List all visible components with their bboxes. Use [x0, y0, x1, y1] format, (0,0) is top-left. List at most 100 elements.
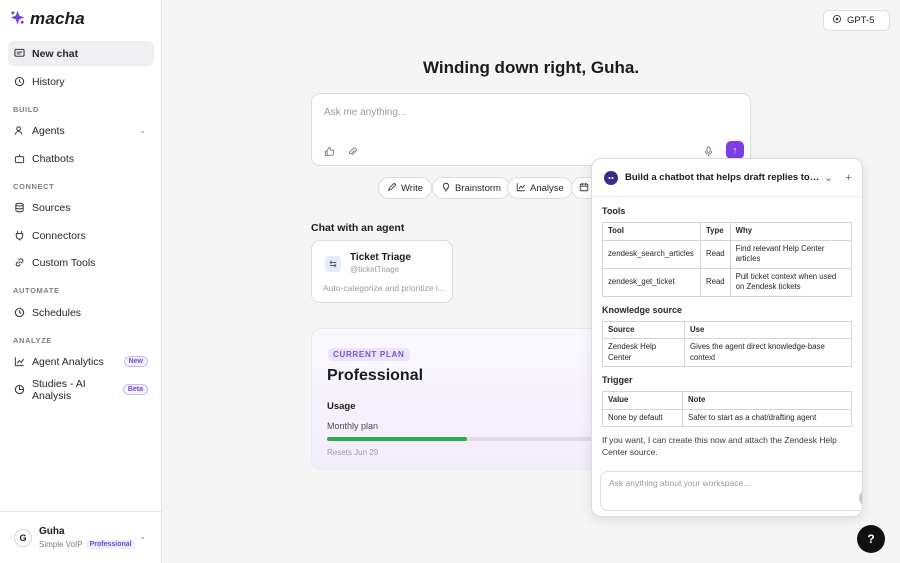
table-header: Tool — [602, 222, 701, 241]
greeting: Winding down right, Guha. — [422, 58, 640, 77]
composer[interactable]: Ask me anything... ↑ — [311, 93, 751, 166]
history-icon — [14, 76, 25, 87]
table-cell: Pull ticket context when used on Zendesk… — [729, 267, 853, 297]
help-button[interactable]: ? — [857, 525, 885, 553]
plug-icon — [14, 230, 25, 241]
sidebar-item-label: New chat — [32, 47, 79, 60]
chevron-down-icon[interactable]: ⌄ — [139, 532, 146, 541]
bot-icon — [14, 153, 25, 164]
table-cell: Find relevant Help Center articles — [729, 239, 853, 269]
section-label-build: BUILD — [13, 105, 39, 114]
sidebar-item-label: Custom Tools — [32, 256, 96, 269]
knowledge-table: Source Use Zendesk Help Center Gives the… — [602, 320, 852, 368]
agents-heading: Chat with an agent — [311, 222, 405, 234]
arrow-up-icon: ↑ — [732, 145, 738, 155]
sidebar-item-agent-analytics[interactable]: Agent Analytics New — [8, 349, 154, 374]
chevron-down-icon[interactable]: ⌄ — [139, 126, 146, 135]
chip-write[interactable]: Write — [378, 177, 432, 199]
new-badge: New — [123, 356, 148, 367]
resets-date: Resets Jun 29 — [327, 448, 379, 457]
table-cell: zendesk_search_articles — [602, 239, 701, 269]
microphone-icon[interactable] — [702, 145, 714, 157]
table-row: None by default Safer to start as a chat… — [602, 408, 852, 428]
table-row: zendesk_search_articles Read Find releva… — [602, 239, 853, 269]
table-header-row: Source Use — [602, 320, 852, 340]
assistant-message: If you want, I can create this now and a… — [602, 435, 837, 458]
sidebar-item-label: Agent Analytics — [32, 355, 104, 368]
sidebar-item-history[interactable]: History — [8, 69, 154, 94]
chat-panel-title[interactable]: Build a chatbot that helps draft replies… — [625, 172, 820, 183]
send-button[interactable]: ↑ — [726, 141, 744, 159]
tools-title: Tools — [602, 206, 626, 216]
agent-card[interactable]: ⇆ Ticket Triage @ticketTriage Auto-categ… — [311, 240, 453, 303]
plan-badge: Professional — [86, 540, 135, 549]
table-cell: None by default — [602, 408, 683, 428]
section-label-automate: AUTOMATE — [13, 286, 60, 295]
chat-panel-input[interactable]: Ask anything about your workspace... ↑ — [600, 471, 862, 511]
user-menu[interactable]: G Guha Simple VoIP Professional ⌄ — [0, 511, 162, 563]
agent-description: Auto-categorize and prioritize i... — [323, 283, 445, 293]
table-cell: Gives the agent direct knowledge-base co… — [684, 338, 852, 368]
chat-icon — [14, 48, 25, 59]
database-icon — [14, 202, 25, 213]
table-header: Use — [684, 320, 852, 340]
sidebar-item-studies[interactable]: Studies - AI Analysis Beta — [8, 377, 154, 402]
table-row: zendesk_get_ticket Read Pull ticket cont… — [602, 267, 853, 297]
chevron-down-icon[interactable]: ⌄ — [822, 171, 835, 184]
logo[interactable]: macha — [10, 9, 85, 29]
section-label-analyze: ANALYZE — [13, 336, 52, 345]
sidebar-item-label: History — [32, 75, 65, 88]
lightbulb-icon — [441, 182, 451, 195]
sidebar-item-sources[interactable]: Sources — [8, 195, 154, 220]
sidebar-item-chatbots[interactable]: Chatbots — [8, 146, 154, 171]
chat-panel-body: Tools Tool Type Why zendesk_search_artic… — [602, 198, 854, 459]
table-cell: Zendesk Help Center — [602, 338, 685, 368]
chat-panel: Build a chatbot that helps draft replies… — [591, 158, 863, 517]
table-header-row: Value Note — [602, 391, 852, 410]
sidebar-item-label: Schedules — [32, 306, 82, 319]
table-header: Type — [700, 222, 731, 241]
sidebar-item-custom-tools[interactable]: Custom Tools — [8, 250, 154, 275]
paperclip-icon[interactable] — [346, 145, 358, 157]
table-header: Note — [682, 391, 852, 410]
plan-label: CURRENT PLAN — [328, 348, 410, 361]
send-button[interactable]: ↑ — [859, 490, 862, 506]
link-icon — [14, 257, 25, 268]
table-row: Zendesk Help Center Gives the agent dire… — [602, 338, 852, 368]
chip-brainstorm[interactable]: Brainstorm — [432, 177, 510, 199]
sidebar-item-label: Agents — [32, 124, 65, 137]
table-header-row: Tool Type Why — [602, 222, 853, 241]
table-cell: zendesk_get_ticket — [602, 267, 701, 297]
sidebar-item-schedules[interactable]: Schedules — [8, 300, 154, 325]
usage-progress-fill — [327, 437, 467, 441]
chart-line-icon — [14, 356, 25, 367]
monthly-label: Monthly plan — [327, 421, 379, 431]
plus-icon[interactable]: + — [842, 171, 855, 184]
chip-label: Analyse — [530, 182, 564, 194]
beta-badge: Beta — [122, 384, 148, 395]
sidebar-item-agents[interactable]: Agents ⌄ — [8, 118, 154, 143]
table-header: Value — [602, 391, 683, 410]
sidebar-item-label: Chatbots — [32, 152, 75, 165]
composer-input[interactable]: Ask me anything... — [324, 107, 406, 118]
plan-name: Professional — [327, 367, 424, 384]
model-selector[interactable]: GPT-5 — [823, 10, 890, 31]
agent-name: Ticket Triage — [350, 252, 411, 263]
thumbs-up-icon[interactable] — [323, 145, 335, 157]
table-cell: Read — [700, 239, 731, 269]
user-org-row: Simple VoIP Professional — [39, 540, 135, 549]
model-label: GPT-5 — [847, 15, 875, 26]
clock-icon — [14, 307, 25, 318]
users-icon — [14, 125, 25, 136]
trigger-table: Value Note None by default Safer to star… — [602, 391, 852, 428]
section-label-connect: CONNECT — [13, 182, 55, 191]
table-header: Why — [729, 222, 853, 241]
sidebar-item-connectors[interactable]: Connectors — [8, 223, 154, 248]
calendar-icon — [579, 182, 589, 195]
sidebar-item-new-chat[interactable]: New chat — [8, 41, 154, 66]
usage-label: Usage — [327, 401, 356, 412]
tools-table: Tool Type Why zendesk_search_articles Re… — [602, 222, 853, 297]
avatar: G — [14, 529, 32, 547]
chip-analyse[interactable]: Analyse — [507, 177, 573, 199]
user-name: Guha — [39, 526, 65, 537]
